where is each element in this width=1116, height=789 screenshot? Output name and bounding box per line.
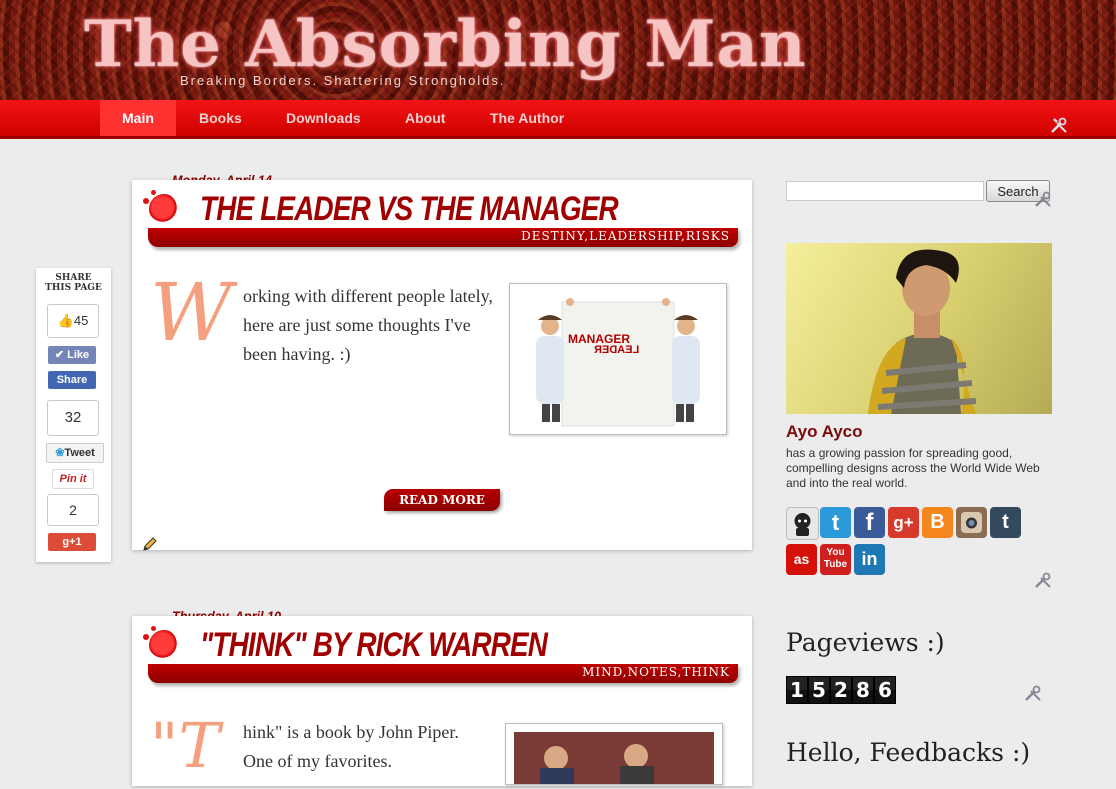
pageview-digit: 5 <box>808 676 830 704</box>
google-plus-one-button[interactable]: g+1 <box>48 533 96 551</box>
site-tagline: Breaking Borders. Shattering Strongholds… <box>180 73 506 88</box>
nav-item-books[interactable]: Books <box>199 100 242 136</box>
blood-splat-icon <box>143 626 179 660</box>
facebook-like-label: Like <box>67 349 90 361</box>
pageview-digit: 2 <box>830 676 852 704</box>
read-more-button[interactable]: READ MORE <box>384 489 500 511</box>
google-plus-icon[interactable]: g+ <box>888 507 919 538</box>
facebook-like-count: 👍45 <box>47 304 99 338</box>
share-heading-line1: SHARE <box>55 273 92 283</box>
thumbs-up-icon: 👍 <box>57 313 74 328</box>
post-tags[interactable]: DESTINY,LEADERSHIP,RISKS <box>521 229 730 243</box>
wrench-screwdriver-icon[interactable] <box>1050 116 1068 134</box>
blogger-icon[interactable]: B <box>922 507 953 538</box>
post-tag-ribbon: DESTINY,LEADERSHIP,RISKS <box>148 228 738 247</box>
wrench-screwdriver-icon[interactable] <box>1034 190 1052 208</box>
twitter-icon[interactable]: t <box>820 507 851 538</box>
post-thumbnail[interactable] <box>505 723 723 785</box>
drop-cap: W <box>150 266 233 359</box>
share-heading-line2: THIS PAGE <box>45 283 102 293</box>
pageview-digit: 8 <box>852 676 874 704</box>
pencil-edit-icon[interactable] <box>142 536 158 552</box>
profile-name: Ayo Ayco <box>786 422 863 441</box>
search-input[interactable] <box>786 181 984 201</box>
post-excerpt: orking with different people lately, her… <box>243 286 493 364</box>
post-title[interactable]: The Leader vs the Manager <box>200 190 619 229</box>
nav-item-downloads[interactable]: Downloads <box>286 100 361 136</box>
post-card: "Think" by Rick Warren MIND,NOTES,THINK … <box>132 616 752 786</box>
profile-portrait <box>868 249 977 414</box>
blood-splat-icon <box>143 190 179 224</box>
instagram-icon[interactable] <box>956 507 987 538</box>
image-text-leader: LEADER <box>594 344 640 356</box>
google-plus-count: 2 <box>47 494 99 526</box>
rick-warren-photo <box>514 732 714 784</box>
facebook-share-button[interactable]: Share <box>48 371 96 389</box>
wrench-screwdriver-icon[interactable] <box>1034 571 1052 589</box>
pinterest-pin-button[interactable]: Pin it <box>52 469 94 489</box>
pageview-digit: 6 <box>874 676 896 704</box>
tweet-count: 32 <box>47 400 99 436</box>
nav-item-the-author[interactable]: The Author <box>490 100 564 136</box>
pageviews-title: Pageviews :) <box>786 628 945 657</box>
linkedin-icon[interactable]: in <box>854 544 885 575</box>
facebook-like-count-value: 45 <box>73 313 89 328</box>
post-card: The Leader vs the Manager DESTINY,LEADER… <box>132 180 752 552</box>
main-nav: Main Books Downloads About The Author <box>0 100 1116 139</box>
profile-photo[interactable] <box>786 243 1052 414</box>
tumblr-icon[interactable]: t <box>990 507 1021 538</box>
facebook-icon[interactable]: f <box>854 507 885 538</box>
facebook-like-button[interactable]: ✔ Like <box>48 346 96 364</box>
post-tags[interactable]: MIND,NOTES,THINK <box>582 665 730 679</box>
feedback-title: Hello, Feedbacks :) <box>786 738 1031 767</box>
wrench-screwdriver-icon[interactable] <box>1024 684 1042 702</box>
post-thumbnail[interactable]: MANAGER LEADER <box>509 283 727 435</box>
share-heading: SHARE THIS PAGE <box>36 273 111 293</box>
tweet-button[interactable]: ❀Tweet <box>46 443 104 463</box>
post-tag-ribbon: MIND,NOTES,THINK <box>148 664 738 683</box>
nav-item-about[interactable]: About <box>405 100 445 136</box>
github-octocat-icon[interactable] <box>786 507 819 540</box>
pageview-digit: 1 <box>786 676 808 704</box>
checkmark-icon: ✔ <box>54 349 65 361</box>
lastfm-icon[interactable]: as <box>786 544 817 575</box>
leader-manager-illustration <box>536 298 700 427</box>
profile-bio: has a growing passion for spreading good… <box>786 446 1040 490</box>
share-widget: SHARE THIS PAGE 👍45 ✔ Like Share 32 ❀Twe… <box>36 268 111 562</box>
nav-item-main[interactable]: Main <box>100 100 176 136</box>
youtube-icon[interactable]: You Tube <box>820 544 851 575</box>
tweet-label: Tweet <box>64 447 95 459</box>
drop-cap: "T <box>150 709 220 782</box>
post-excerpt: hink" is a book by John Piper. One of my… <box>243 722 459 771</box>
post-title[interactable]: "Think" by Rick Warren <box>200 626 548 665</box>
